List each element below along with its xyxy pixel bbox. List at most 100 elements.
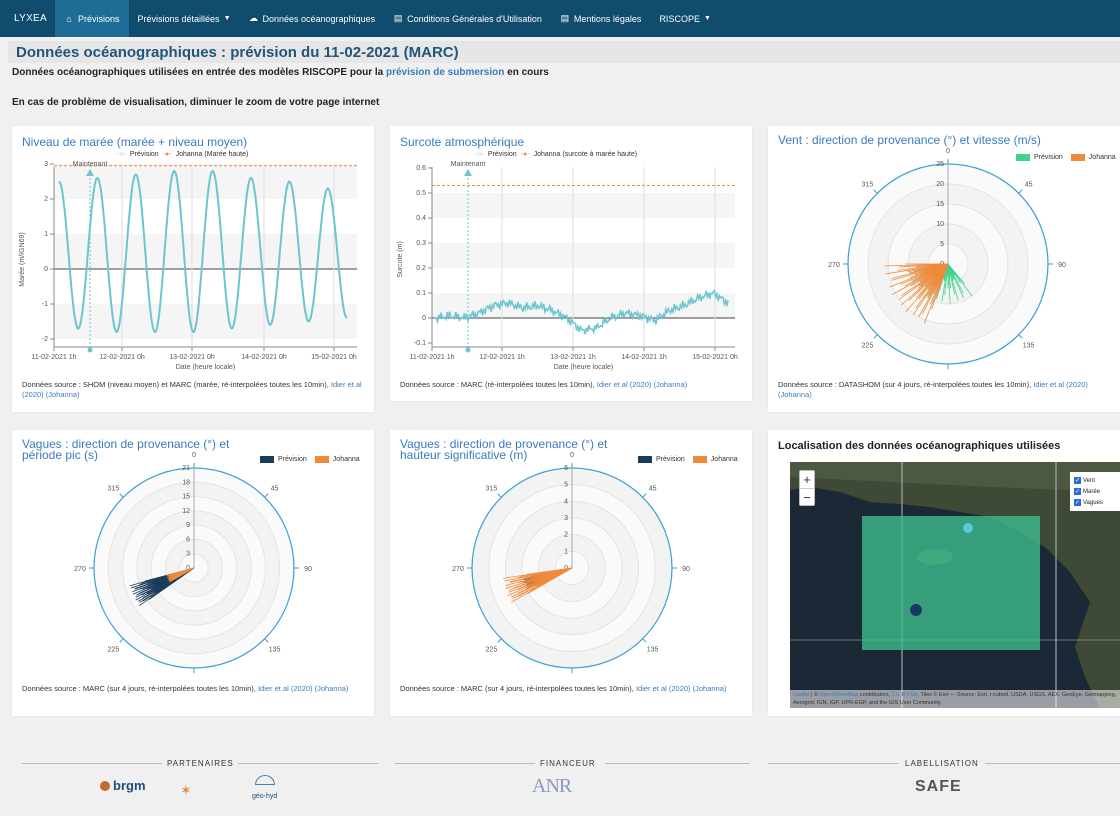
surge-chart: 0.6 0.5 0.4 0.3 0.2 0.1 0 -0.1 11-02-2021 1h 12-0… <box>397 161 738 371</box>
wind-polar-chart: 045901351802252703152520151050 <box>828 148 1066 369</box>
nav-donnees-oceano-label: Données océanographiques <box>262 13 376 24</box>
partners-heading: PARTENAIRES <box>167 759 234 768</box>
y-tick-label: -0.1 <box>414 340 426 347</box>
zoom-in-button[interactable]: + <box>800 471 814 488</box>
radial-tick-label: 25 <box>936 161 944 168</box>
checkbox-checked-icon[interactable]: ✓ <box>1074 499 1081 506</box>
x-tick-label: 14-02-2021 0h <box>241 354 287 361</box>
wind-panel: Vent : direction de provenance (°) et vi… <box>768 126 1120 412</box>
data-area-rectangle[interactable] <box>862 516 1040 650</box>
zoom-out-button[interactable]: − <box>800 488 814 505</box>
angle-label: 315 <box>862 181 874 188</box>
footer-divider <box>985 763 1120 764</box>
radial-tick-label: 12 <box>182 508 190 515</box>
now-label: Maintenant <box>73 161 108 168</box>
grid-band <box>54 234 357 269</box>
nav-donnees-oceano[interactable]: ☁ Données océanographiques <box>240 0 385 37</box>
layer-maree[interactable]: ✓ Marée <box>1074 486 1116 497</box>
subtitle-text-end: en cours <box>504 67 549 78</box>
x-tick-label: 13-02-2021 0h <box>169 354 215 361</box>
anr-text: ANR <box>532 775 572 797</box>
ccbysa-link[interactable]: CC-BY-SA <box>892 692 918 698</box>
surge-panel: Surcote atmosphérique -○- Prévision -●- … <box>390 126 752 401</box>
now-dot <box>87 347 93 353</box>
nav-previsions-detaillees-label: Prévisions détaillées <box>137 13 220 24</box>
waves-height-panel: Vagues : direction de provenance (°) et … <box>390 430 752 716</box>
layer-vent[interactable]: ✓ Vent <box>1074 475 1116 486</box>
tide-source: Données source : SHOM (niveau moyen) et … <box>22 380 367 400</box>
page-title-bar: Données océanographiques : prévision du … <box>8 41 1120 63</box>
angle-label: 315 <box>108 485 120 492</box>
safe-logo[interactable]: SAFE <box>915 778 962 796</box>
brgm-logo[interactable]: brgm <box>100 778 146 793</box>
checkbox-checked-icon[interactable]: ✓ <box>1074 477 1081 484</box>
angle-label: 135 <box>1023 343 1035 350</box>
angle-tick <box>264 638 269 643</box>
radial-tick-label: 5 <box>940 241 944 248</box>
x-tick-label: 11-02-2021 1h <box>409 354 454 361</box>
angle-label: 90 <box>304 566 312 573</box>
angle-label: 45 <box>271 485 279 492</box>
x-tick-label: 15-02-2021 0h <box>692 354 738 361</box>
brand-logo[interactable]: LYXEA <box>14 13 47 24</box>
submersion-link[interactable]: prévision de submersion <box>386 67 504 78</box>
radial-tick-label: 10 <box>936 221 944 228</box>
x-tick-label: 14-02-2021 1h <box>621 354 667 361</box>
surge-title: Surcote atmosphérique <box>400 135 525 149</box>
angle-label: 270 <box>828 262 840 269</box>
now-arrow-icon <box>464 169 472 176</box>
angle-label: 0 <box>946 148 950 155</box>
x-tick-label: 12-02-2021 1h <box>479 354 525 361</box>
angle-label: 0 <box>192 452 196 459</box>
nav-previsions[interactable]: ⌂ Prévisions <box>55 0 129 37</box>
waves-height-polar-chart: 045901351802252703156543210 <box>452 452 690 673</box>
labellisation-heading: LABELLISATION <box>905 759 979 768</box>
radial-tick-label: 6 <box>564 465 568 472</box>
nav-mentions-label: Mentions légales <box>573 13 642 24</box>
wind-source: Données source : DATASHOM (sur 4 jours, … <box>778 380 1113 400</box>
wave-point-marker[interactable] <box>910 604 922 616</box>
geohyd-logo[interactable]: géo-hyd <box>252 775 277 803</box>
footer-divider <box>22 763 162 764</box>
nav-riscope[interactable]: RISCOPE ▼ <box>650 0 719 37</box>
geohyd-drop-icon <box>254 775 275 785</box>
angle-tick <box>119 638 124 643</box>
tide-panel: Niveau de marée (marée + niveau moyen) -… <box>12 126 374 412</box>
safe-text: SAFE <box>915 778 962 795</box>
footer-divider <box>395 763 535 764</box>
map-view[interactable]: + − ✓ Vent ✓ Marée ✓ Vagues Leaflet | © Ope… <box>790 462 1120 708</box>
tide-source-text: Données source : SHOM (niveau moyen) et … <box>22 380 331 389</box>
angle-label: 315 <box>486 485 498 492</box>
surge-source-link[interactable]: Idier et al (2020) (Johanna) <box>597 380 687 389</box>
y-tick-label: 0.6 <box>416 165 426 172</box>
leaflet-link[interactable]: Leaflet <box>793 692 810 698</box>
waves-period-source-link[interactable]: Idier et al (2020) (Johanna) <box>258 684 348 693</box>
y-tick-label: -2 <box>42 336 48 343</box>
anr-logo[interactable]: ANR <box>532 775 572 798</box>
osm-link[interactable]: OpenStreetMap <box>820 692 859 698</box>
waves-height-source-text: Données source : MARC (sur 4 jours, ré-i… <box>400 684 636 693</box>
layer-vagues[interactable]: ✓ Vagues <box>1074 497 1116 508</box>
radial-tick-label: 3 <box>186 551 190 558</box>
nav-mentions-legales[interactable]: ▤ Mentions légales <box>551 0 651 37</box>
checkbox-checked-icon[interactable]: ✓ <box>1074 488 1081 495</box>
waves-height-source-link[interactable]: Idier et al (2020) (Johanna) <box>636 684 726 693</box>
home-icon: ⌂ <box>66 13 72 24</box>
tide-point-marker[interactable] <box>963 523 973 533</box>
y-tick-label: -1 <box>42 301 48 308</box>
radial-tick-label: 1 <box>564 548 568 555</box>
partner-logo-orange[interactable]: ✶ <box>180 782 202 798</box>
nav-previsions-detaillees[interactable]: Prévisions détaillées ▼ <box>129 0 240 37</box>
nav-cgu[interactable]: ▤ Conditions Générales d'Utilisation <box>384 0 551 37</box>
layer-vent-label: Vent <box>1083 477 1096 484</box>
angle-label: 90 <box>1058 262 1066 269</box>
document-icon: ▤ <box>393 13 403 23</box>
now-dot <box>465 347 471 353</box>
angle-label: 135 <box>269 647 281 654</box>
radial-tick-label: 4 <box>564 498 568 505</box>
angle-label: 0 <box>570 452 574 459</box>
x-tick-label: 11-02-2021 1h <box>31 354 76 361</box>
angle-tick <box>1018 189 1023 194</box>
grid-band <box>432 193 735 218</box>
angle-label: 225 <box>486 647 498 654</box>
